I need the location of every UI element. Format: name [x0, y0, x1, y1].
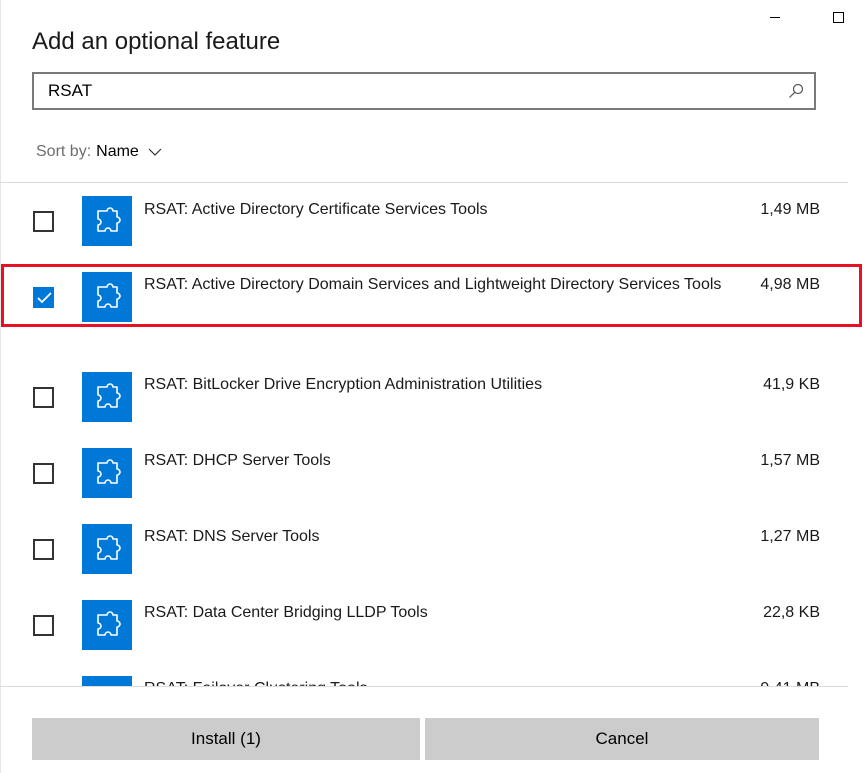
feature-size: 1,57 MB	[760, 452, 820, 469]
feature-item[interactable]: RSAT: DNS Server Tools 1,27 MB	[0, 512, 848, 588]
feature-size: 4,98 MB	[760, 276, 820, 293]
puzzle-piece-icon	[82, 524, 132, 574]
feature-name: RSAT: BitLocker Drive Encryption Adminis…	[144, 376, 543, 393]
install-button[interactable]: Install (1)	[32, 718, 420, 760]
feature-checkbox[interactable]	[33, 387, 54, 408]
search-input[interactable]	[34, 74, 788, 108]
list-bottom-divider	[0, 686, 848, 687]
feature-checkbox[interactable]	[33, 463, 54, 484]
search-box[interactable]	[32, 72, 816, 110]
sort-label: Sort by:	[36, 143, 92, 160]
feature-size: 1,27 MB	[760, 528, 820, 545]
minimize-button[interactable]	[768, 10, 782, 24]
puzzle-piece-icon	[82, 372, 132, 422]
chevron-down-icon[interactable]	[148, 148, 162, 156]
feature-name: RSAT: Active Directory Certificate Servi…	[144, 201, 488, 218]
feature-item[interactable]: RSAT: DHCP Server Tools 1,57 MB	[0, 436, 848, 512]
feature-checkbox[interactable]	[33, 615, 54, 636]
dialog-title: Add an optional feature	[32, 28, 281, 55]
sort-value[interactable]: Name	[96, 143, 139, 161]
feature-name: RSAT: Failover Clustering Tools	[144, 677, 734, 686]
feature-item[interactable]: RSAT: Active Directory Certificate Servi…	[0, 184, 848, 260]
sort-dropdown[interactable]: Sort by: Name	[36, 143, 162, 161]
feature-item-selected[interactable]: RSAT: Active Directory Domain Services a…	[0, 265, 848, 331]
feature-checkbox-checked[interactable]	[33, 287, 54, 308]
feature-checkbox[interactable]	[33, 539, 54, 560]
feature-item[interactable]: RSAT: Data Center Bridging LLDP Tools 22…	[0, 588, 848, 664]
puzzle-piece-icon	[82, 676, 132, 686]
feature-checkbox[interactable]	[33, 211, 54, 232]
feature-size: 9,41 MB	[760, 677, 820, 686]
maximize-button[interactable]	[832, 10, 846, 24]
search-icon[interactable]	[788, 83, 804, 99]
feature-size: 22,8 KB	[763, 604, 820, 621]
puzzle-piece-icon	[82, 196, 132, 246]
feature-size: 1,49 MB	[760, 201, 820, 218]
checkmark-icon	[37, 292, 52, 304]
puzzle-piece-icon	[82, 448, 132, 498]
feature-list[interactable]: RSAT: Active Directory Certificate Servi…	[0, 184, 848, 686]
list-top-divider	[0, 182, 848, 183]
feature-name: RSAT: Active Directory Domain Services a…	[144, 276, 722, 293]
puzzle-piece-icon	[82, 272, 132, 322]
puzzle-piece-icon	[82, 600, 132, 650]
window-controls	[768, 10, 846, 24]
feature-name: RSAT: Data Center Bridging LLDP Tools	[144, 604, 428, 621]
cancel-button[interactable]: Cancel	[425, 718, 819, 760]
feature-name: RSAT: DNS Server Tools	[144, 528, 320, 545]
feature-size: 41,9 KB	[763, 376, 820, 393]
feature-item[interactable]: RSAT: Failover Clustering Tools 9,41 MB	[0, 664, 848, 686]
feature-name: RSAT: DHCP Server Tools	[144, 452, 331, 469]
feature-item[interactable]: RSAT: BitLocker Drive Encryption Adminis…	[0, 360, 848, 436]
